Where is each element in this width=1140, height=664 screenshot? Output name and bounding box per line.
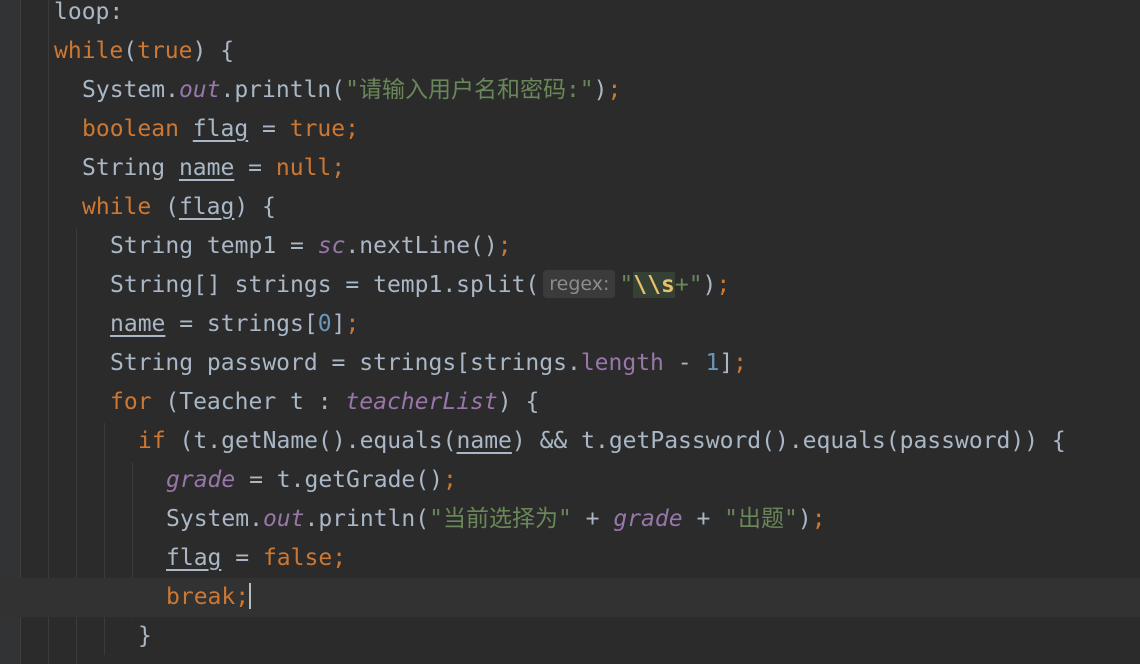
- closing-brace: }: [138, 623, 152, 649]
- string-literal: "出题": [724, 506, 798, 532]
- operator: +: [682, 506, 725, 532]
- operator: =: [221, 545, 263, 571]
- code-line[interactable]: String temp1 = sc.nextLine();: [0, 227, 1140, 266]
- variable-flag: flag: [178, 194, 235, 220]
- declaration: String password = strings[strings.: [110, 350, 581, 376]
- semicolon: ;: [733, 350, 748, 376]
- semicolon: ;: [442, 467, 457, 493]
- code-line[interactable]: System.out.println("请输入用户名和密码:");: [0, 71, 1140, 110]
- keyword-break: break: [166, 584, 236, 610]
- string-quote: ": [688, 272, 703, 298]
- number-literal: 0: [317, 311, 332, 337]
- operator: =: [248, 116, 290, 142]
- semicolon: ;: [607, 77, 622, 103]
- keyword-for: for: [110, 389, 152, 415]
- class-ref: System.: [82, 77, 179, 103]
- condition: ) && t.getPassword().equals(password)) {: [511, 428, 1066, 454]
- number-literal: 1: [705, 350, 720, 376]
- loop-header: (Teacher t :: [151, 389, 346, 415]
- punct: (: [123, 38, 138, 64]
- semicolon: ;: [811, 506, 826, 532]
- keyword-while: while: [82, 194, 152, 220]
- code-line[interactable]: while(true) {: [0, 32, 1140, 71]
- string-literal: "请输入用户名和密码:": [345, 77, 594, 103]
- variable-flag: flag: [166, 545, 222, 571]
- punct: ) {: [192, 38, 235, 64]
- semicolon: ;: [716, 272, 731, 298]
- punct: ): [702, 272, 717, 298]
- semicolon: ;: [497, 233, 512, 259]
- code-line[interactable]: for (Teacher t : teacherList) {: [0, 383, 1140, 422]
- field-length: length: [580, 350, 664, 376]
- assignment: = t.getGrade(): [235, 467, 443, 493]
- parameter-hint: regex:: [543, 270, 616, 298]
- code-editor[interactable]: loop: while(true) { System.out.println("…: [0, 0, 1140, 664]
- punct: ): [797, 506, 812, 532]
- semicolon: ;: [345, 311, 360, 337]
- variable-flag: flag: [192, 116, 249, 142]
- semicolon: ;: [235, 584, 250, 610]
- variable-name: name: [456, 428, 512, 454]
- semicolon: ;: [331, 155, 346, 181]
- variable-name: name: [110, 311, 166, 337]
- keyword-if: if: [138, 428, 166, 454]
- code-line[interactable]: }: [0, 617, 1140, 656]
- keyword-null: null: [275, 155, 332, 181]
- punct: ) {: [497, 389, 540, 415]
- condition: (t.getName().equals(: [165, 428, 457, 454]
- string-literal: "当前选择为": [429, 506, 572, 532]
- method-call: .println(: [304, 506, 430, 532]
- method-call: .nextLine(): [345, 233, 498, 259]
- operator: -: [663, 350, 706, 376]
- static-field: teacherList: [345, 389, 498, 415]
- keyword-boolean: boolean: [82, 116, 179, 142]
- code-line[interactable]: while (flag) {: [0, 188, 1140, 227]
- code-line[interactable]: grade = t.getGrade();: [0, 461, 1140, 500]
- keyword-true: true: [137, 38, 193, 64]
- code-line[interactable]: String password = strings[strings.length…: [0, 344, 1140, 383]
- method-call: .println(: [220, 77, 346, 103]
- semicolon: ;: [345, 116, 359, 142]
- punct: ): [593, 77, 608, 103]
- keyword-true: true: [289, 116, 346, 142]
- operator: =: [234, 155, 276, 181]
- declaration: String[] strings = temp1.split(: [110, 272, 540, 298]
- code-line[interactable]: String[] strings = temp1.split(regex: "\\…: [0, 266, 1140, 305]
- static-field: grade: [613, 506, 683, 532]
- code-line[interactable]: if (t.getName().equals(name) && t.getPas…: [0, 422, 1140, 461]
- text-cursor: [249, 583, 252, 609]
- code-line[interactable]: boolean flag = true;: [0, 110, 1140, 149]
- loop-label: loop:: [54, 0, 124, 25]
- code-line[interactable]: System.out.println("当前选择为" + grade + "出题…: [0, 500, 1140, 539]
- string-quote: ": [619, 272, 634, 298]
- punct: (: [151, 194, 179, 220]
- static-field: out: [262, 506, 305, 532]
- operator: +: [571, 506, 614, 532]
- code-line[interactable]: String name = null;: [0, 149, 1140, 188]
- code-line[interactable]: flag = false;: [0, 539, 1140, 578]
- escape-sequence: \\s: [633, 272, 675, 298]
- variable-name: name: [178, 155, 235, 181]
- code-line[interactable]: name = strings[0];: [0, 305, 1140, 344]
- static-field: sc: [317, 233, 346, 259]
- assignment: = strings[: [165, 311, 318, 337]
- static-field: grade: [166, 467, 236, 493]
- class-ref: System.: [166, 506, 263, 532]
- code-line-current[interactable]: break;: [0, 578, 1140, 617]
- semicolon: ;: [332, 545, 347, 571]
- type-name: String: [82, 155, 179, 181]
- punct: ]: [331, 311, 346, 337]
- keyword-false: false: [262, 545, 333, 571]
- keyword-while: while: [54, 38, 124, 64]
- string-content: +: [674, 272, 689, 298]
- punct: ) {: [234, 194, 276, 220]
- static-field: out: [178, 77, 221, 103]
- punct: ]: [719, 350, 734, 376]
- declaration: String temp1 =: [110, 233, 318, 259]
- code-line[interactable]: loop:: [0, 0, 1140, 32]
